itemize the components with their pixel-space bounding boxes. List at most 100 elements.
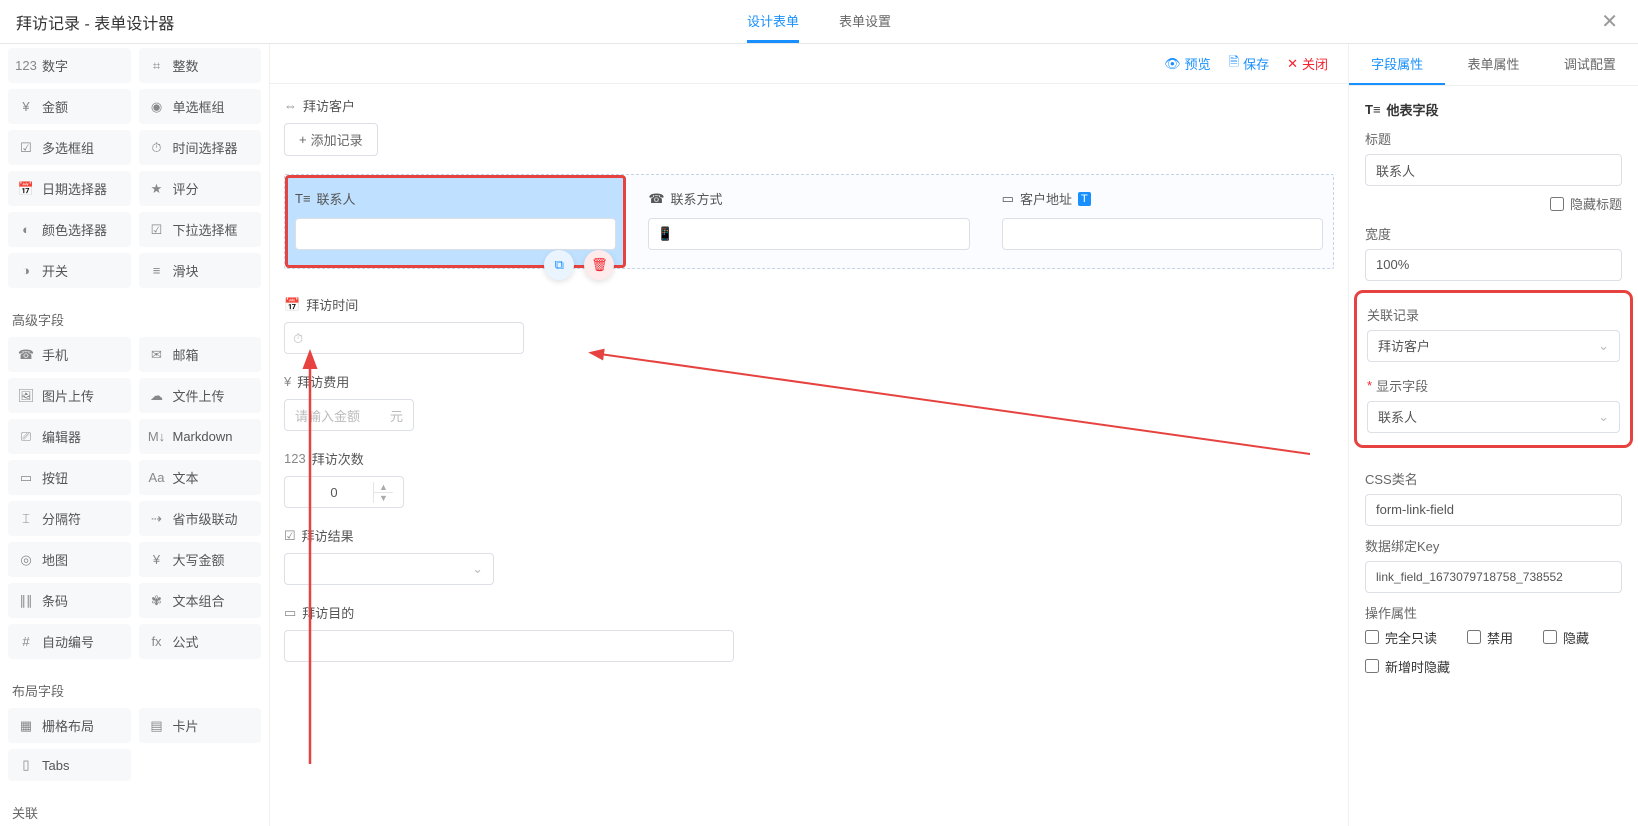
palette-item[interactable]: ★评分	[139, 171, 262, 206]
palette-item[interactable]: ▤卡片	[139, 708, 262, 743]
palette-item[interactable]: ▦栅格布局	[8, 708, 131, 743]
prop-width-input[interactable]: 100%	[1365, 249, 1622, 281]
step-down-button[interactable]: ▼	[374, 493, 393, 503]
component-icon: ☎	[18, 347, 34, 363]
palette-section-layout: 布局字段	[8, 667, 261, 708]
tab-debug-config[interactable]: 调试配置	[1542, 44, 1638, 85]
component-icon: ⏱	[149, 140, 165, 156]
palette-item[interactable]: 🖼图片上传	[8, 378, 131, 413]
palette-item[interactable]: ✉邮箱	[139, 337, 262, 372]
tab-form-settings[interactable]: 表单设置	[839, 0, 891, 43]
prop-title-input[interactable]: 联系人	[1365, 154, 1622, 186]
component-icon: ¥	[149, 552, 165, 567]
component-icon: #	[18, 634, 34, 649]
visit-result-select[interactable]: ⌄	[284, 553, 494, 585]
field-visit-count[interactable]: 123拜访次数 0 ▲▼	[284, 449, 1334, 508]
field-type-header: T≡他表字段	[1349, 86, 1638, 119]
close-icon[interactable]: ✕	[1601, 9, 1618, 34]
visit-fee-input[interactable]: 请输入金额元	[284, 399, 414, 431]
tab-field-props[interactable]: 字段属性	[1349, 44, 1445, 85]
prop-key-input[interactable]: link_field_1673079718758_738552	[1365, 561, 1622, 593]
palette-item[interactable]: ✾文本组合	[139, 583, 262, 618]
palette-item-label: 文本组合	[173, 591, 225, 610]
palette-item[interactable]: M↓Markdown	[139, 419, 262, 454]
visit-purpose-input[interactable]	[284, 630, 734, 662]
prop-css-input[interactable]: form-link-field	[1365, 494, 1622, 526]
field-visit-result[interactable]: ☑拜访结果 ⌄	[284, 526, 1334, 585]
phone-icon: ☎	[648, 191, 664, 207]
preview-button[interactable]: 👁预览	[1164, 54, 1211, 73]
prop-relation-select[interactable]: 拜访客户⌄	[1367, 330, 1620, 362]
contact-input[interactable]	[295, 218, 616, 250]
palette-item[interactable]: 123数字	[8, 48, 131, 83]
hide-title-checkbox[interactable]: 隐藏标题	[1550, 194, 1622, 213]
hidden-checkbox[interactable]: 隐藏	[1543, 628, 1589, 647]
palette-item[interactable]: ☑多选框组	[8, 130, 131, 165]
visit-time-input[interactable]: ⏱	[284, 322, 524, 354]
field-visit-fee[interactable]: ¥拜访费用 请输入金额元	[284, 372, 1334, 431]
readonly-checkbox[interactable]: 完全只读	[1365, 628, 1437, 647]
copy-field-button[interactable]: ⧉	[544, 250, 574, 280]
money-icon: ¥	[284, 374, 291, 389]
prop-display-field-select[interactable]: 联系人⌄	[1367, 401, 1620, 433]
palette-section-relation: 关联	[8, 789, 261, 826]
field-visit-time[interactable]: 📅拜访时间 ⏱	[284, 295, 1334, 354]
palette-item[interactable]: ¥金额	[8, 89, 131, 124]
palette-item[interactable]: ⎚编辑器	[8, 419, 131, 454]
palette-item[interactable]: Aa文本	[139, 460, 262, 495]
delete-field-button[interactable]: 🗑	[584, 250, 614, 280]
palette-item-label: 下拉选择框	[173, 220, 238, 239]
field-visit-customer[interactable]: ⇔拜访客户 +添加记录	[284, 96, 1334, 156]
field-contact-name[interactable]: T≡联系人 ⧉ 🗑	[285, 175, 626, 268]
field-customer-address[interactable]: ▭客户地址 T	[992, 175, 1333, 268]
palette-item[interactable]: ⇢省市级联动	[139, 501, 262, 536]
disabled-checkbox[interactable]: 禁用	[1467, 628, 1513, 647]
palette-item[interactable]: #自动编号	[8, 624, 131, 659]
palette-item[interactable]: fx公式	[139, 624, 262, 659]
palette-item[interactable]: 📅日期选择器	[8, 171, 131, 206]
component-icon: ⌶	[18, 511, 34, 527]
palette-item-label: 开关	[42, 261, 68, 280]
palette-item[interactable]: ◎地图	[8, 542, 131, 577]
palette-item[interactable]: ◐颜色选择器	[8, 212, 131, 247]
eye-icon: 👁	[1164, 56, 1181, 72]
component-icon: 📅	[18, 181, 34, 197]
palette-item[interactable]: ☁文件上传	[139, 378, 262, 413]
component-icon: ◐	[18, 222, 34, 237]
address-input[interactable]	[1002, 218, 1323, 250]
palette-item-label: 图片上传	[42, 386, 94, 405]
top-tabs: 设计表单 表单设置	[747, 0, 891, 43]
palette-item[interactable]: ⌗整数	[139, 48, 262, 83]
palette-item[interactable]: ▭按钮	[8, 460, 131, 495]
palette-item[interactable]: ⌶分隔符	[8, 501, 131, 536]
add-record-button[interactable]: +添加记录	[284, 123, 378, 156]
step-up-button[interactable]: ▲	[374, 482, 393, 493]
contact-method-input[interactable]: 📱	[648, 218, 969, 250]
palette-item-label: Tabs	[42, 758, 69, 773]
component-icon: ☁	[149, 388, 165, 404]
palette-item[interactable]: ∥∥条码	[8, 583, 131, 618]
form-canvas[interactable]: ⇔拜访客户 +添加记录 T≡联系人 ⧉ 🗑 ☎联系方式	[270, 84, 1348, 826]
palette-item[interactable]: ¥大写金额	[139, 542, 262, 577]
clock-icon: ⏱	[293, 331, 303, 347]
palette-item[interactable]: ⏱ 时间选择器	[139, 130, 262, 165]
tab-form-props[interactable]: 表单属性	[1445, 44, 1541, 85]
palette-item-label: 地图	[42, 550, 68, 569]
visit-count-input[interactable]: 0 ▲▼	[284, 476, 404, 508]
palette-item[interactable]: ▯Tabs	[8, 749, 131, 781]
tab-design-form[interactable]: 设计表单	[747, 0, 799, 43]
palette-item[interactable]: ☑下拉选择框	[139, 212, 262, 247]
chevron-down-icon: ⌄	[1598, 338, 1609, 354]
palette-item[interactable]: ◉单选框组	[139, 89, 262, 124]
palette-item[interactable]: ≡滑块	[139, 253, 262, 288]
component-icon: ✉	[149, 347, 165, 363]
palette-item[interactable]: ☎手机	[8, 337, 131, 372]
close-button[interactable]: ✕关闭	[1287, 54, 1328, 73]
field-visit-purpose[interactable]: ▭拜访目的	[284, 603, 1334, 662]
field-contact-method[interactable]: ☎联系方式 📱	[638, 175, 979, 268]
new-hidden-checkbox[interactable]: 新增时隐藏	[1365, 657, 1450, 676]
palette-item-label: 时间选择器	[173, 138, 238, 157]
palette-item-label: 编辑器	[42, 427, 81, 446]
palette-item[interactable]: ◑开关	[8, 253, 131, 288]
save-button[interactable]: 🗎保存	[1229, 53, 1269, 75]
